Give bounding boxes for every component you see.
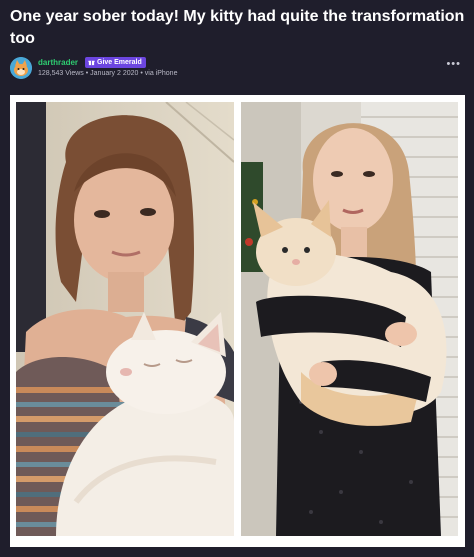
post-title: One year sober today! My kitty had quite… <box>10 8 465 47</box>
give-emerald-button[interactable]: Give Emerald <box>85 57 146 68</box>
gift-icon <box>88 60 95 66</box>
after-photo-illustration <box>241 102 458 536</box>
post-date: January 2 2020 <box>90 70 139 77</box>
after-photo <box>241 102 458 536</box>
author-username[interactable]: darthrader <box>38 58 78 67</box>
post-stats: 128,543 Views • January 2 2020 • via iPh… <box>38 70 177 77</box>
cat-avatar-icon <box>10 57 32 79</box>
post-meta: darthrader Give Emerald 128,543 Views • … <box>10 56 465 84</box>
view-count: 128,543 Views <box>38 70 84 77</box>
avatar[interactable] <box>10 57 32 79</box>
badge-label: Give Emerald <box>97 59 142 66</box>
post-source: via iPhone <box>144 70 178 77</box>
post-image[interactable] <box>10 95 465 547</box>
ellipsis-icon[interactable]: ••• <box>446 58 461 70</box>
before-photo-illustration <box>16 102 234 536</box>
before-photo <box>16 102 234 536</box>
